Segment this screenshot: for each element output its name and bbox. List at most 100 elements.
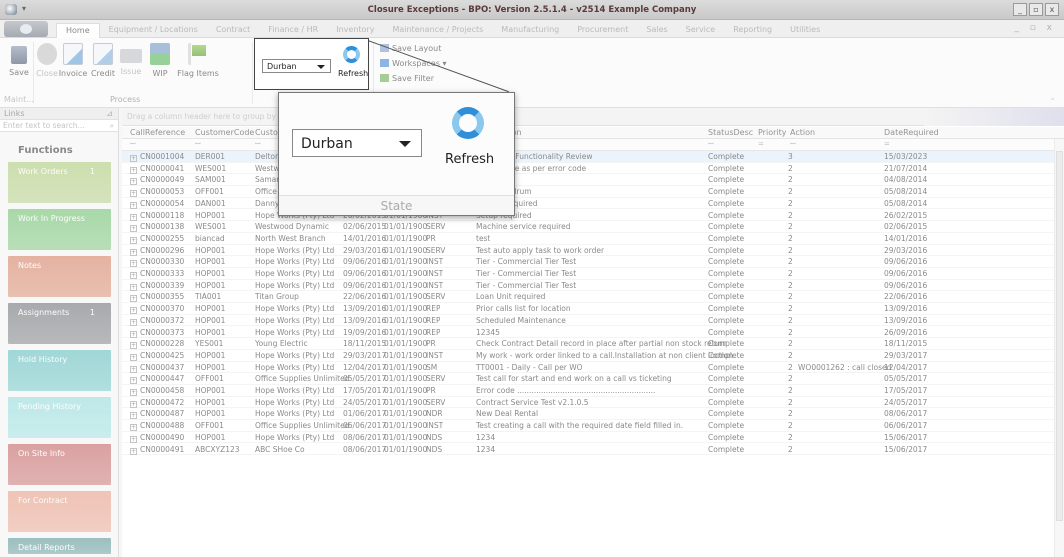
expand-row-icon[interactable]: +: [130, 412, 137, 420]
filter-cell[interactable]: =: [758, 140, 764, 148]
expand-row-icon[interactable]: +: [130, 272, 137, 279]
table-row[interactable]: + CN0000437 HOP001 Hope Works (Pty) Ltd 12/0…: [122, 362, 1064, 374]
expand-row-icon[interactable]: +: [130, 201, 137, 209]
tile-pending-history[interactable]: Pending History: [8, 397, 111, 438]
close-window-button[interactable]: x: [1045, 3, 1059, 16]
table-row[interactable]: + CN0000458 HOP001 Hope Works (Pty) Ltd 17/0…: [122, 385, 1064, 397]
table-row[interactable]: + CN0001004 DER001 Deltor Exception Function…: [122, 151, 1064, 163]
issue-button[interactable]: Issue: [118, 43, 144, 76]
refresh-button[interactable]: Refresh: [338, 69, 368, 78]
expand-row-icon[interactable]: +: [130, 155, 137, 162]
search-icon[interactable]: ⌕: [110, 121, 114, 131]
expand-row-icon[interactable]: +: [130, 248, 137, 256]
expand-row-icon[interactable]: +: [130, 283, 137, 291]
column-header-daterequired[interactable]: DateRequired: [884, 128, 939, 137]
tab-service[interactable]: Service: [677, 23, 725, 37]
minimize-button[interactable]: _: [1013, 3, 1027, 16]
table-row[interactable]: + CN0000487 HOP001 Hope Works (Pty) Ltd 01/0…: [122, 408, 1064, 421]
table-row[interactable]: + CN0000488 OFF001 Office Supplies Unlimite…: [122, 420, 1064, 432]
expand-row-icon[interactable]: +: [130, 260, 137, 268]
expand-row-icon[interactable]: +: [130, 178, 137, 186]
expand-row-icon[interactable]: +: [130, 236, 137, 244]
expand-row-icon[interactable]: +: [130, 225, 137, 233]
column-header-callreference[interactable]: CallReference: [130, 128, 185, 137]
table-row[interactable]: + CN0000490 HOP001 Hope Works (Pty) Ltd 08/0…: [122, 432, 1064, 444]
branch-combo-zoomed[interactable]: Durban: [292, 129, 422, 157]
tile-assignments[interactable]: Assignments 1: [8, 303, 111, 344]
tab-home[interactable]: Home: [56, 23, 100, 38]
tile-hold-history[interactable]: Hold History: [8, 350, 111, 391]
expand-row-icon[interactable]: +: [130, 377, 137, 385]
table-row[interactable]: +CN0000049SAM001SamanthaorComplete204/08…: [122, 174, 1064, 187]
close-button[interactable]: Close: [33, 43, 61, 78]
table-row[interactable]: + CN0000355 TIA001 Titan Group 22/06/2016 01/…: [122, 291, 1064, 304]
tab-finance-hr[interactable]: Finance / HR: [259, 23, 327, 37]
table-row[interactable]: +CN0000053OFF001Office Supplies Unlimite…: [122, 186, 1064, 198]
expand-row-icon[interactable]: +: [130, 166, 137, 174]
table-row[interactable]: + CN0000138 WES001 Westwood Dynamic 02/06/20…: [122, 221, 1064, 233]
workspaces-dropdown[interactable]: Workspaces ▾: [380, 59, 446, 68]
expand-row-icon[interactable]: +: [130, 353, 137, 361]
table-row[interactable]: + CN0000333 HOP001 Hope Works (Pty) Ltd 09/0…: [122, 268, 1064, 280]
tab-sales[interactable]: Sales: [637, 23, 676, 37]
tile-detail-reports[interactable]: Detail Reports: [8, 538, 111, 554]
table-row[interactable]: + CN0000425 HOP001 Hope Works (Pty) Ltd 29/0…: [122, 350, 1064, 362]
column-header-priority[interactable]: Priority: [758, 128, 786, 137]
tab-utilities[interactable]: Utilities: [781, 23, 829, 37]
tab-reporting[interactable]: Reporting: [724, 23, 781, 37]
tile-on-site-info[interactable]: On Site Info: [8, 444, 111, 485]
maximize-button[interactable]: ▫: [1029, 3, 1043, 16]
expand-row-icon[interactable]: +: [130, 307, 137, 315]
expand-row-icon[interactable]: +: [130, 447, 137, 455]
table-row[interactable]: + CN0000472 HOP001 Hope Works (Pty) Ltd 24/0…: [122, 397, 1064, 409]
tile-for-contract[interactable]: For Contract: [8, 491, 111, 532]
expand-row-icon[interactable]: +: [130, 318, 137, 326]
expand-row-icon[interactable]: +: [130, 295, 137, 303]
invoice-button[interactable]: Invoice: [58, 43, 88, 78]
table-row[interactable]: + CN0000373 HOP001 Hope Works (Pty) Ltd 19/0…: [122, 327, 1064, 339]
expand-row-icon[interactable]: +: [130, 424, 137, 432]
tab-procurement[interactable]: Procurement: [568, 23, 637, 37]
table-row[interactable]: + CN0000296 HOP001 Hope Works (Pty) Ltd 29/0…: [122, 245, 1064, 257]
table-row[interactable]: + CN0000330 HOP001 Hope Works (Pty) Ltd 09/0…: [122, 256, 1064, 268]
links-search-input[interactable]: Enter text to search... ⌕: [0, 120, 118, 132]
expand-row-icon[interactable]: +: [130, 389, 137, 396]
column-header-statusdesc[interactable]: StatusDesc: [708, 128, 753, 137]
table-row[interactable]: + CN0000255 biancad North West Branch 14/01/…: [122, 233, 1064, 245]
pin-icon[interactable]: ⊿: [106, 109, 113, 118]
expand-row-icon[interactable]: +: [130, 365, 137, 373]
column-header-customercode[interactable]: CustomerCode: [195, 128, 254, 137]
tile-notes[interactable]: Notes: [8, 256, 111, 297]
tab-inventory[interactable]: Inventory: [327, 23, 383, 37]
wip-button[interactable]: WIP: [147, 43, 173, 78]
tab-maintenance-projects[interactable]: Maintenance / Projects: [383, 23, 492, 37]
scroll-thumb[interactable]: [1056, 151, 1063, 521]
branch-combo[interactable]: Durban: [262, 59, 331, 73]
column-header-action[interactable]: Action: [790, 128, 815, 137]
table-row[interactable]: + CN0000491 ABCXYZ123 ABC SHoe Co 08/06/2017…: [122, 444, 1064, 456]
grid-scrollbar[interactable]: [1054, 139, 1064, 557]
table-row[interactable]: +CN0000118HOP001Hope Works (Pty) Ltd26/0…: [122, 210, 1064, 222]
credit-button[interactable]: Credit: [90, 43, 116, 78]
table-row[interactable]: +CN0000041WES001Westwood Dynamicce machi…: [122, 163, 1064, 175]
table-row[interactable]: + CN0000372 HOP001 Hope Works (Pty) Ltd 13/0…: [122, 315, 1064, 327]
filter-cell[interactable]: ꟷ: [255, 140, 261, 149]
save-filter-button[interactable]: Save Filter: [380, 74, 434, 83]
tile-work-orders[interactable]: Work Orders 1: [8, 162, 111, 203]
tile-work-in-progress[interactable]: Work In Progress: [8, 209, 111, 250]
tab-contract[interactable]: Contract: [207, 23, 259, 37]
table-row[interactable]: + CN0000447 OFF001 Office Supplies Unlimite…: [122, 373, 1064, 385]
expand-row-icon[interactable]: +: [130, 400, 137, 408]
expand-row-icon[interactable]: +: [130, 342, 137, 350]
expand-row-icon[interactable]: +: [130, 213, 137, 221]
application-menu-button[interactable]: [4, 21, 48, 37]
ribbon-collapse-icon[interactable]: ⌃: [1049, 97, 1056, 106]
tab-equipment-locations[interactable]: Equipment / Locations: [100, 23, 207, 37]
tab-manufacturing[interactable]: Manufacturing: [492, 23, 568, 37]
table-row[interactable]: + CN0000228 YES001 Young Electric 18/11/2015…: [122, 338, 1064, 350]
save-button[interactable]: Save: [6, 43, 32, 77]
table-row[interactable]: + CN0000339 HOP001 Hope Works (Pty) Ltd 09/0…: [122, 280, 1064, 292]
filter-cell[interactable]: ꟷ: [195, 140, 201, 149]
expand-row-icon[interactable]: +: [130, 190, 137, 198]
filter-cell[interactable]: ꟷ: [708, 140, 714, 149]
